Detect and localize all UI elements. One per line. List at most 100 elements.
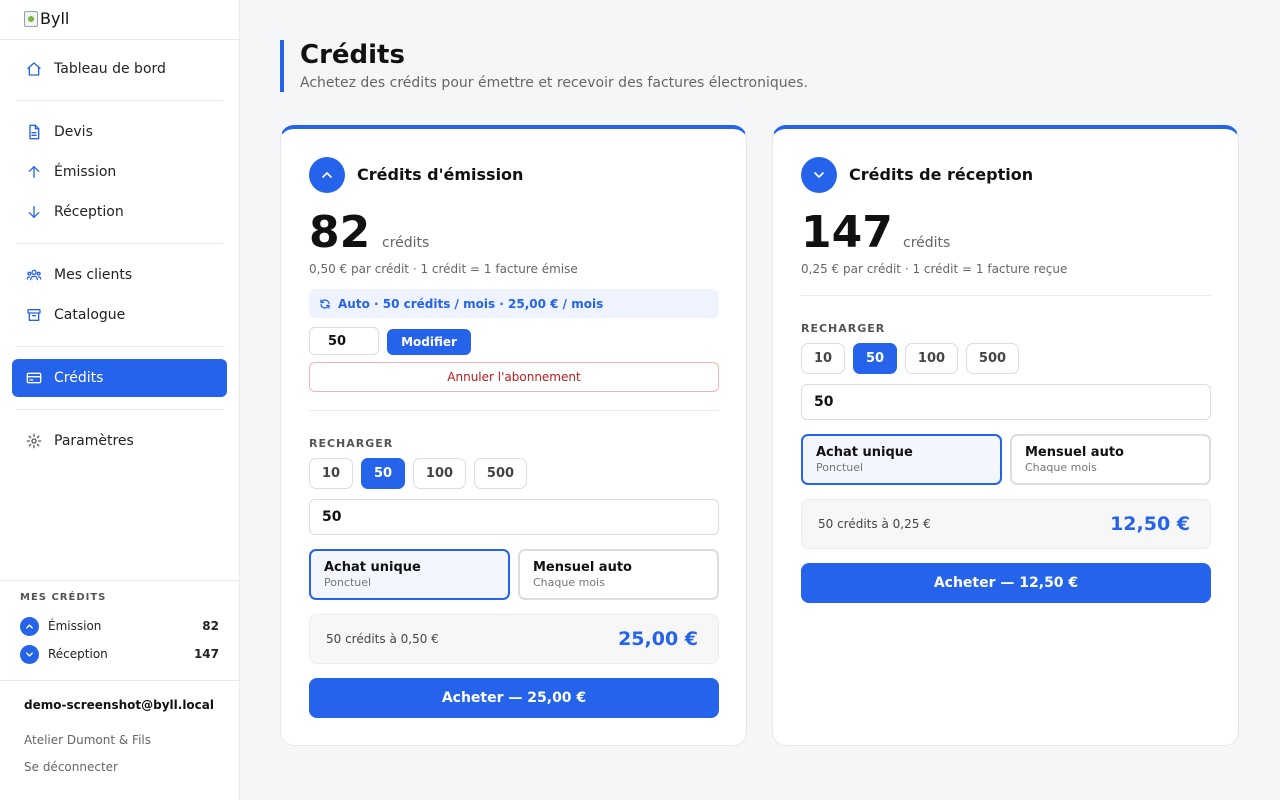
- home-icon: [27, 62, 41, 76]
- buy-button[interactable]: Acheter — 25,00 €: [309, 678, 719, 718]
- sidebar-credit-reception: Réception 147: [20, 644, 219, 664]
- pack-option[interactable]: 100: [413, 458, 466, 489]
- subscription-quantity-input[interactable]: [309, 327, 379, 355]
- subscription-text: Auto · 50 crédits / mois · 25,00 € / moi…: [338, 296, 604, 311]
- price-note: 0,25 € par crédit · 1 crédit = 1 facture…: [801, 262, 1068, 276]
- summary-text: 50 crédits à 0,25 €: [818, 517, 931, 531]
- reception-dot: [20, 644, 39, 664]
- pack-option-selected[interactable]: 50: [853, 343, 897, 374]
- page-title: Crédits: [300, 40, 405, 70]
- recharge-label: RECHARGER: [801, 322, 886, 335]
- sidebar-item-quotes[interactable]: Devis: [12, 113, 227, 151]
- summary-total: 25,00 €: [618, 628, 698, 650]
- divider: [0, 580, 239, 581]
- mode-title: Mensuel auto: [533, 560, 632, 575]
- sidebar-item-label: Crédits: [54, 370, 104, 386]
- gear-icon: [26, 433, 42, 449]
- summary-text: 50 crédits à 0,50 €: [326, 632, 439, 646]
- users-icon: [26, 269, 42, 281]
- reception-credits-card: Crédits de réception 147 crédits 0,25 € …: [772, 125, 1239, 746]
- logout-link[interactable]: Se déconnecter: [24, 760, 118, 774]
- modify-subscription-button[interactable]: Modifier: [387, 329, 471, 355]
- sidebar-item-credits[interactable]: Crédits: [12, 359, 227, 397]
- sidebar-item-label: Devis: [54, 124, 93, 140]
- credit-amount-input[interactable]: [801, 384, 1211, 420]
- credit-unit: crédits: [903, 235, 951, 251]
- page-subtitle: Achetez des crédits pour émettre et rece…: [300, 75, 808, 91]
- my-credits-title: MES CRÉDITS: [20, 592, 107, 603]
- pack-option[interactable]: 10: [309, 458, 353, 489]
- sidebar-item-clients[interactable]: Mes clients: [12, 256, 227, 294]
- credit-value: 82: [202, 619, 219, 633]
- cancel-subscription-button[interactable]: Annuler l'abonnement: [309, 362, 719, 392]
- chevron-down-icon: [814, 172, 824, 178]
- chevron-down-icon: [26, 651, 33, 657]
- sidebar-credit-emission: Émission 82: [20, 616, 219, 636]
- sidebar-item-label: Émission: [54, 164, 117, 180]
- user-company: Atelier Dumont & Fils: [24, 733, 152, 747]
- emission-credits-card: Crédits d'émission 82 crédits 0,50 € par…: [280, 125, 747, 746]
- mode-subtitle: Ponctuel: [816, 461, 864, 474]
- divider: [309, 410, 719, 411]
- mode-title: Achat unique: [816, 445, 913, 460]
- logo[interactable]: Byll: [24, 9, 69, 28]
- price-note: 0,50 € par crédit · 1 crédit = 1 facture…: [309, 262, 578, 276]
- card-title: Crédits de réception: [849, 165, 1034, 184]
- mode-title: Mensuel auto: [1025, 445, 1124, 460]
- mode-one-time[interactable]: Achat unique Ponctuel: [309, 549, 510, 600]
- mode-title: Achat unique: [324, 560, 421, 575]
- emission-dot: [20, 616, 39, 636]
- sidebar-item-reception[interactable]: Réception: [12, 193, 227, 231]
- pack-options: 10 50 100 500: [309, 458, 527, 489]
- mode-monthly-auto[interactable]: Mensuel auto Chaque mois: [1010, 434, 1211, 485]
- pack-option[interactable]: 500: [966, 343, 1019, 374]
- pack-option[interactable]: 500: [474, 458, 527, 489]
- sidebar-item-label: Tableau de bord: [54, 61, 166, 77]
- emission-card-icon: [309, 157, 345, 193]
- credit-value: 147: [193, 647, 219, 661]
- credit-amount-input[interactable]: [309, 499, 719, 535]
- archive-icon: [27, 309, 41, 321]
- divider: [16, 100, 223, 101]
- divider: [16, 243, 223, 244]
- buy-button[interactable]: Acheter — 12,50 €: [801, 563, 1211, 603]
- document-icon: [29, 124, 40, 140]
- divider: [16, 346, 223, 347]
- mode-one-time[interactable]: Achat unique Ponctuel: [801, 434, 1002, 485]
- mode-subtitle: Chaque mois: [1025, 461, 1097, 474]
- sidebar-item-emission[interactable]: Émission: [12, 153, 227, 191]
- card-title: Crédits d'émission: [357, 165, 524, 184]
- credit-card-icon: [26, 372, 42, 384]
- sidebar-item-label: Mes clients: [54, 267, 133, 283]
- mode-subtitle: Ponctuel: [324, 576, 372, 589]
- chevron-up-icon: [322, 172, 332, 178]
- pack-option[interactable]: 10: [801, 343, 845, 374]
- sidebar-item-settings[interactable]: Paramètres: [12, 422, 227, 460]
- refresh-icon: [320, 298, 330, 309]
- divider: [801, 295, 1211, 296]
- sidebar: Byll Tableau de bord Devis Émission Réce…: [0, 0, 240, 800]
- page-header: Crédits Achetez des crédits pour émettre…: [280, 40, 808, 92]
- divider: [0, 39, 239, 40]
- recharge-label: RECHARGER: [309, 437, 394, 450]
- divider: [0, 680, 239, 681]
- logo-alt-text: Byll: [40, 9, 70, 28]
- credit-balance: 147: [801, 207, 893, 258]
- sidebar-item-dashboard[interactable]: Tableau de bord: [12, 50, 227, 88]
- credit-label: Réception: [48, 647, 108, 661]
- user-email: demo-screenshot@byll.local: [24, 698, 214, 712]
- pack-option-selected[interactable]: 50: [361, 458, 405, 489]
- credit-balance: 82: [309, 207, 371, 258]
- mode-monthly-auto[interactable]: Mensuel auto Chaque mois: [518, 549, 719, 600]
- summary-total: 12,50 €: [1110, 513, 1190, 535]
- sidebar-item-catalog[interactable]: Catalogue: [12, 296, 227, 334]
- sidebar-item-label: Paramètres: [54, 433, 134, 449]
- credit-unit: crédits: [382, 235, 430, 251]
- arrow-up-icon: [28, 166, 40, 178]
- pack-option[interactable]: 100: [905, 343, 958, 374]
- credit-label: Émission: [48, 619, 102, 633]
- sidebar-item-label: Catalogue: [54, 307, 126, 323]
- pack-options: 10 50 100 500: [801, 343, 1019, 374]
- chevron-up-icon: [26, 623, 33, 629]
- sidebar-item-label: Réception: [54, 204, 124, 220]
